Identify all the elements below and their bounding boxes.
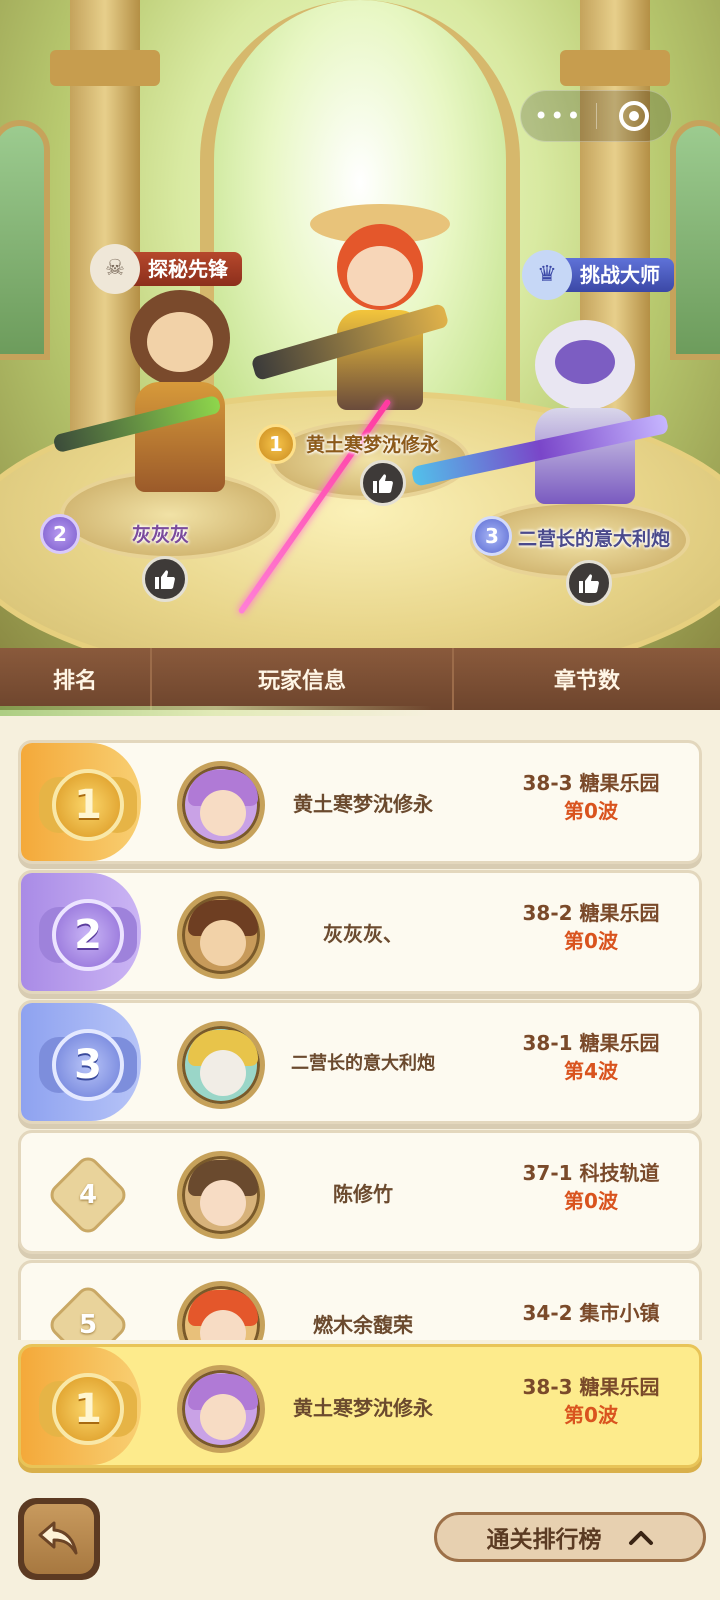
- wave-text: 第0波: [564, 1403, 618, 1427]
- leaderboard-header: 排名 玩家信息 章节数: [0, 648, 720, 710]
- right-pillar-cap: [560, 50, 670, 86]
- avatar[interactable]: [177, 1151, 265, 1239]
- podium-name-2: 灰灰灰: [132, 524, 190, 546]
- chapter-info: 38-3 糖果乐园 第0波: [491, 769, 691, 825]
- my-rank-row[interactable]: 1 黄土寒梦沈修永 38-3 糖果乐园 第0波: [18, 1344, 702, 1468]
- podium-scene: ☠ 探秘先锋 ♛ 挑战大师 1 黄土寒梦沈修永 2 灰灰灰 3 二营长的意大利炮…: [0, 0, 720, 648]
- thumbs-up-icon: [579, 574, 599, 593]
- podium-name-1: 黄土寒梦沈修永: [306, 434, 440, 456]
- avatar[interactable]: [177, 891, 265, 979]
- chapter-info: 34-2 集市小镇: [491, 1299, 691, 1327]
- leaderboard-row[interactable]: 4 陈修竹 37-1 科技轨道 第0波: [18, 1130, 702, 1254]
- chapter-info: 38-2 糖果乐园 第0波: [491, 899, 691, 955]
- wave-text: 第0波: [564, 799, 618, 823]
- leaderboard-toggle-label: 通关排行榜: [486, 1527, 602, 1553]
- gold-medal-badge: 1: [33, 755, 143, 855]
- back-arrow-icon: [38, 1521, 78, 1555]
- chapter-info: 38-1 糖果乐园 第4波: [491, 1029, 691, 1085]
- avatar[interactable]: [177, 1365, 265, 1453]
- hero-rank-2: [120, 290, 240, 500]
- leaderboard-row[interactable]: 5 燃木余馥荣 34-2 集市小镇: [18, 1260, 702, 1340]
- player-name: 燃木余馥荣: [313, 1313, 413, 1337]
- rank-number: 4: [78, 1180, 98, 1210]
- skull-emblem-icon: ☠: [90, 244, 140, 294]
- avatar[interactable]: [177, 1021, 265, 1109]
- leaderboard-list[interactable]: 1 黄土寒梦沈修永 38-3 糖果乐园 第0波 2 灰灰灰、 38-2 糖果乐园…: [0, 716, 720, 1340]
- right-window: [670, 120, 720, 360]
- diamond-rank-badge: 4: [33, 1145, 143, 1245]
- chapter-text: 34-2 集市小镇: [522, 1301, 660, 1325]
- title-text: 挑战大师: [580, 263, 660, 287]
- close-miniprogram-button[interactable]: [597, 101, 672, 131]
- chapter-text: 38-2 糖果乐园: [522, 901, 660, 925]
- chapter-info: 37-1 科技轨道 第0波: [491, 1159, 691, 1215]
- player-name: 二营长的意大利炮: [291, 1053, 435, 1074]
- wave-text: 第0波: [564, 929, 618, 953]
- chapter-text: 37-1 科技轨道: [522, 1161, 660, 1185]
- podium-rank-badge-1: 1: [256, 424, 296, 464]
- diamond-rank-badge: 5: [33, 1275, 143, 1340]
- chevron-up-icon: [628, 1531, 653, 1545]
- target-icon: [618, 101, 649, 131]
- podium-name-3: 二营长的意大利炮: [518, 528, 671, 550]
- left-window: [0, 120, 50, 360]
- title-text: 探秘先锋: [148, 257, 228, 281]
- blue-medal-badge: 3: [33, 1015, 143, 1115]
- thumbs-up-icon: [373, 474, 393, 493]
- podium-rank-badge-3: 3: [472, 516, 512, 556]
- wave-text: 第4波: [564, 1059, 618, 1083]
- miniprogram-capsule: •••: [520, 90, 672, 142]
- chapter-info: 38-3 糖果乐园 第0波: [491, 1373, 691, 1429]
- header-chapter: 章节数: [553, 669, 620, 694]
- back-button[interactable]: [18, 1498, 100, 1580]
- avatar[interactable]: [177, 761, 265, 849]
- thumbs-up-icon: [155, 570, 175, 589]
- chapter-text: 38-1 糖果乐园: [522, 1031, 660, 1055]
- leaderboard-row[interactable]: 3 二营长的意大利炮 38-1 糖果乐园 第4波: [18, 1000, 702, 1124]
- player-name: 陈修竹: [333, 1181, 393, 1206]
- leaderboard-row[interactable]: 1 黄土寒梦沈修永 38-3 糖果乐园 第0波: [18, 740, 702, 864]
- hero-rank-3: [520, 300, 650, 510]
- vine-decoration: [0, 706, 720, 716]
- title-tag-rank-2: ☠ 探秘先锋: [90, 244, 242, 294]
- chapter-text: 38-3 糖果乐园: [522, 771, 660, 795]
- avatar[interactable]: [177, 1281, 265, 1340]
- crown-emblem-icon: ♛: [522, 250, 572, 300]
- rank-number: 1: [52, 769, 124, 841]
- header-rank: 排名: [52, 669, 97, 694]
- title-tag-rank-3: ♛ 挑战大师: [522, 250, 674, 300]
- podium-rank-badge-2: 2: [40, 514, 80, 554]
- like-button-rank-3[interactable]: [566, 560, 612, 606]
- purple-medal-badge: 2: [33, 885, 143, 985]
- player-name: 黄土寒梦沈修永: [293, 1395, 433, 1420]
- header-player-info: 玩家信息: [257, 669, 346, 694]
- left-pillar-cap: [50, 50, 160, 86]
- rank-number: 1: [52, 1373, 124, 1445]
- gold-medal-badge: 1: [33, 1359, 143, 1459]
- rank-number: 3: [52, 1029, 124, 1101]
- rank-number: 5: [78, 1310, 98, 1340]
- player-name: 灰灰灰、: [323, 921, 403, 946]
- leaderboard-toggle-button[interactable]: 通关排行榜: [434, 1512, 706, 1562]
- like-button-rank-1[interactable]: [360, 460, 406, 506]
- wave-text: 第0波: [564, 1189, 618, 1213]
- rank-number: 2: [52, 899, 124, 971]
- like-button-rank-2[interactable]: [142, 556, 188, 602]
- leaderboard-row[interactable]: 2 灰灰灰、 38-2 糖果乐园 第0波: [18, 870, 702, 994]
- player-name: 黄土寒梦沈修永: [293, 791, 433, 816]
- chapter-text: 38-3 糖果乐园: [522, 1375, 660, 1399]
- more-menu-button[interactable]: •••: [521, 90, 596, 142]
